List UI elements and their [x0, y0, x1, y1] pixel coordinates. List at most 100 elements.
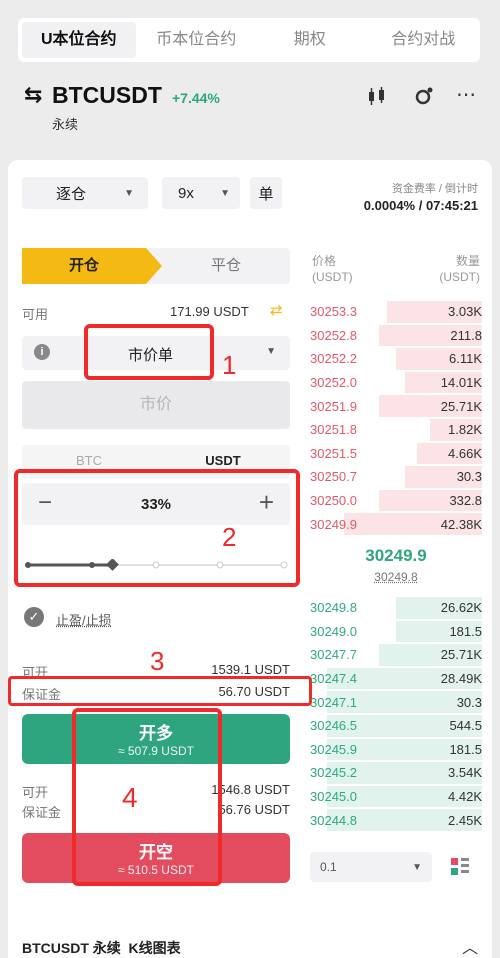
bid-row[interactable]: 30244.8 2.45K — [310, 808, 482, 832]
bid-row[interactable]: 30247.4 28.49K — [310, 667, 482, 691]
available-label: 可用 — [22, 307, 49, 322]
chevron-up-icon[interactable]: ︿ — [462, 934, 478, 958]
kline-footer-title[interactable]: BTCUSDT 永续 K线图表 — [22, 938, 181, 958]
transfer-icon[interactable]: ⇄ — [270, 301, 283, 319]
ask-list: 30253.3 3.03K 30252.8 211.8 30252.2 6.11K 3025… — [310, 300, 482, 536]
bid-price: 30249.0 — [310, 623, 357, 639]
leverage-select[interactable]: 9x ▼ — [162, 177, 240, 209]
ask-qty: 211.8 — [450, 327, 482, 343]
book-layout-icon[interactable] — [450, 857, 470, 877]
ask-price: 30249.9 — [310, 516, 357, 532]
ask-price: 30250.7 — [310, 469, 357, 485]
screen: U本位合约 币本位合约 期权 合约对战 ⇆ BTCUSDT +7.44% 永续 … — [0, 0, 500, 958]
bid-price: 30245.0 — [310, 789, 357, 805]
annotation-box-2 — [14, 469, 300, 587]
bid-row[interactable]: 30249.8 26.62K — [310, 596, 482, 620]
bid-price: 30247.7 — [310, 647, 357, 663]
ask-row[interactable]: 30250.7 30.3 — [310, 465, 482, 489]
annotation-number-3: 3 — [150, 646, 165, 676]
qty-header: 数量 — [455, 254, 480, 268]
short-margin-value: 56.76 USDT — [218, 802, 290, 817]
ask-price: 30252.2 — [310, 351, 357, 367]
ask-price: 30253.3 — [310, 304, 357, 320]
unit-usdt[interactable]: USDT — [156, 453, 290, 468]
last-price[interactable]: 30249.9 — [310, 546, 482, 566]
checkbox-icon[interactable]: ✓ — [24, 607, 44, 627]
annotation-box-4 — [72, 708, 222, 886]
candlestick-icon[interactable] — [366, 86, 388, 106]
settings-icon[interactable] — [413, 86, 435, 106]
open-tab[interactable]: 开仓 — [22, 248, 162, 284]
price-header: 价格 — [312, 254, 337, 268]
qty-unit: (USDT) — [439, 270, 480, 284]
position-mode-value: 单 — [258, 185, 274, 203]
tpsl-label[interactable]: 止盈/止损 — [56, 610, 112, 629]
funding-rate-label: 资金费率 / 倒计时 — [391, 183, 478, 195]
bid-qty: 28.49K — [440, 671, 482, 687]
swap-icon[interactable]: ⇆ — [24, 82, 42, 108]
annotation-number-1: 1 — [222, 350, 237, 380]
chevron-down-icon: ▼ — [412, 861, 422, 873]
bid-qty: 4.42K — [448, 789, 482, 805]
ask-row[interactable]: 30252.2 6.11K — [310, 347, 482, 371]
bid-row[interactable]: 30247.1 30.3 — [310, 690, 482, 714]
bid-row[interactable]: 30245.2 3.54K — [310, 761, 482, 785]
ask-qty: 332.8 — [449, 493, 482, 509]
mark-price[interactable]: 30249.8 — [310, 570, 482, 584]
margin-mode-select[interactable]: 逐仓 ▼ — [22, 177, 148, 209]
bid-price: 30246.5 — [310, 718, 357, 734]
bid-qty: 181.5 — [449, 623, 482, 639]
bid-price: 30244.8 — [310, 812, 357, 828]
tab-battle[interactable]: 合约对战 — [367, 18, 481, 62]
more-icon[interactable]: ⋯ — [456, 82, 477, 107]
ask-row[interactable]: 30253.3 3.03K — [310, 300, 482, 324]
contract-type-tabs: U本位合约 币本位合约 期权 合约对战 — [18, 18, 480, 62]
funding-rate-value: 0.0004% / 07:45:21 — [363, 198, 478, 213]
ask-row[interactable]: 30249.9 42.38K — [310, 512, 482, 536]
ask-row[interactable]: 30250.0 332.8 — [310, 489, 482, 513]
ask-price: 30250.0 — [310, 493, 357, 509]
price-input[interactable]: 市价 — [22, 381, 290, 429]
bid-row[interactable]: 30245.0 4.42K — [310, 785, 482, 809]
ask-qty: 1.82K — [448, 422, 482, 438]
ask-qty: 30.3 — [456, 469, 482, 485]
bid-qty: 3.54K — [448, 765, 482, 781]
bid-row[interactable]: 30247.7 25.71K — [310, 643, 482, 667]
ask-row[interactable]: 30252.8 211.8 — [310, 324, 482, 348]
bid-qty: 2.45K — [448, 812, 482, 828]
ask-qty: 42.38K — [440, 516, 482, 532]
tab-coin-margined[interactable]: 币本位合约 — [140, 18, 254, 62]
info-icon[interactable]: i — [34, 344, 50, 360]
ask-price: 30252.8 — [310, 327, 357, 343]
bid-price: 30247.1 — [310, 694, 357, 710]
close-tab[interactable]: 平仓 — [162, 248, 290, 284]
bid-row[interactable]: 30246.5 544.5 — [310, 714, 482, 738]
bid-price: 30245.2 — [310, 765, 357, 781]
available-value: 171.99 USDT — [170, 304, 249, 319]
ask-row[interactable]: 30251.8 1.82K — [310, 418, 482, 442]
annotation-number-2: 2 — [222, 522, 237, 552]
tab-options[interactable]: 期权 — [253, 18, 367, 62]
ask-qty: 4.66K — [448, 445, 482, 461]
bid-price: 30247.4 — [310, 671, 357, 687]
ask-row[interactable]: 30251.9 25.71K — [310, 394, 482, 418]
bid-price: 30245.9 — [310, 741, 357, 757]
ask-price: 30251.8 — [310, 422, 357, 438]
symbol-name[interactable]: BTCUSDT — [52, 82, 162, 109]
chevron-down-icon: ▼ — [124, 187, 134, 199]
bid-row[interactable]: 30245.9 181.5 — [310, 738, 482, 762]
annotation-number-4: 4 — [122, 782, 138, 813]
depth-select[interactable]: 0.1 ▼ — [310, 852, 432, 882]
bid-qty: 181.5 — [449, 741, 482, 757]
bid-row[interactable]: 30249.0 181.5 — [310, 620, 482, 644]
ask-row[interactable]: 30252.0 14.01K — [310, 371, 482, 395]
chevron-down-icon: ▼ — [266, 346, 276, 357]
unit-btc[interactable]: BTC — [22, 453, 156, 468]
position-mode-button[interactable]: 单 — [250, 177, 282, 209]
margin-mode-value: 逐仓 — [56, 185, 87, 203]
tab-usdt-margined[interactable]: U本位合约 — [22, 22, 136, 58]
short-open-label: 可开 — [22, 785, 49, 800]
ask-qty: 25.71K — [440, 398, 482, 414]
ask-qty: 6.11K — [448, 351, 482, 367]
ask-row[interactable]: 30251.5 4.66K — [310, 442, 482, 466]
